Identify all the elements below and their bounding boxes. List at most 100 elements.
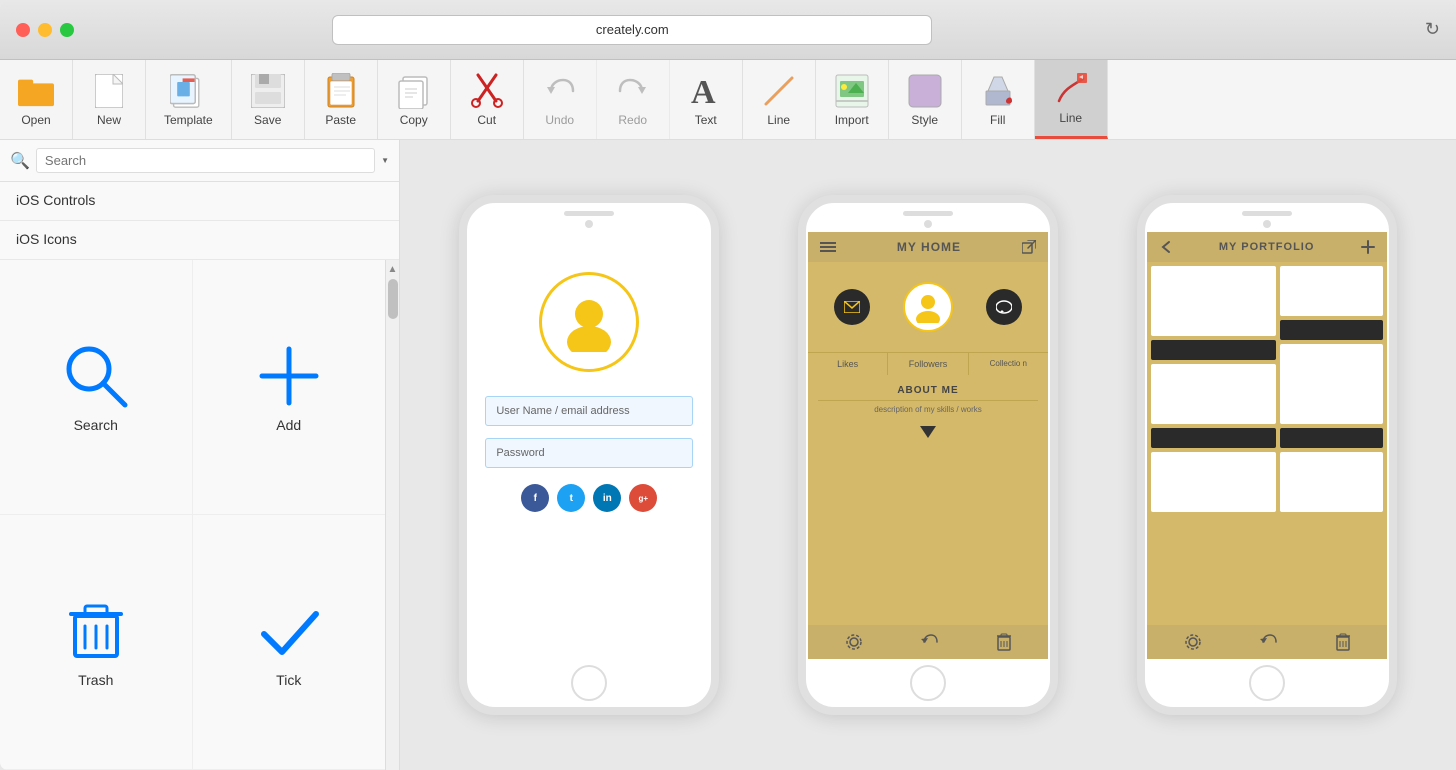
add-label: Add <box>276 417 301 433</box>
line2-label: Line <box>1059 111 1082 125</box>
settings-portfolio-icon <box>1184 633 1202 651</box>
template-button[interactable]: Template <box>146 60 232 139</box>
tick-icon-item[interactable]: Tick <box>193 515 386 770</box>
fill-label: Fill <box>990 113 1005 127</box>
style-button[interactable]: Style <box>889 60 962 139</box>
portfolio-item-r5 <box>1280 452 1383 512</box>
scrollbar[interactable]: ▲ <box>385 260 399 770</box>
line2-button[interactable]: Line <box>1035 60 1108 139</box>
paste-icon <box>323 73 359 109</box>
scroll-up-arrow[interactable]: ▲ <box>388 264 398 275</box>
search-label: Search <box>74 417 118 433</box>
search-icon-item[interactable]: Search <box>0 260 193 515</box>
collection-tab[interactable]: Collectio n <box>969 353 1048 375</box>
fill-button[interactable]: Fill <box>962 60 1035 139</box>
twitter-btn[interactable]: t <box>557 484 585 512</box>
cut-icon <box>469 73 505 109</box>
paste-label: Paste <box>325 113 356 127</box>
search-input[interactable] <box>36 148 375 173</box>
url-text: creately.com <box>596 22 669 37</box>
open-button[interactable]: Open <box>0 60 73 139</box>
portfolio-title: MY PORTFOLIO <box>1219 241 1315 253</box>
about-title: ABOUT ME <box>818 385 1038 401</box>
phone-speaker-1 <box>564 211 614 216</box>
phone-screen-2: MY HOME <box>808 232 1048 659</box>
refresh-icon <box>921 633 939 651</box>
canvas[interactable]: User Name / email address Password f t i… <box>400 140 1456 770</box>
phone-3: MY PORTFOLIO <box>1137 195 1397 715</box>
about-desc: description of my skills / works <box>818 405 1038 414</box>
paste-button[interactable]: Paste <box>305 60 378 139</box>
portfolio-col-left <box>1151 266 1276 621</box>
portfolio-item-1 <box>1151 266 1276 336</box>
search-bar: 🔍 ▼ <box>0 140 399 182</box>
redo-button[interactable]: Redo <box>597 60 670 139</box>
portfolio-col-right <box>1280 266 1383 621</box>
phone-screen-3: MY PORTFOLIO <box>1147 232 1387 659</box>
maximize-button[interactable] <box>60 23 74 37</box>
username-field[interactable]: User Name / email address <box>485 396 693 426</box>
portfolio-item-r2 <box>1280 320 1383 340</box>
collapse-icon[interactable]: ▼ <box>381 156 389 165</box>
sidebar-section-ios-controls[interactable]: iOS Controls <box>0 182 399 221</box>
googleplus-btn[interactable]: g+ <box>629 484 657 512</box>
copy-icon <box>396 73 432 109</box>
external-link-icon <box>1022 240 1036 254</box>
undo-button[interactable]: Undo <box>524 60 597 139</box>
linkedin-btn[interactable]: in <box>593 484 621 512</box>
folder-icon <box>18 73 54 109</box>
text-button[interactable]: A Text <box>670 60 743 139</box>
phone-cam-1 <box>585 220 593 228</box>
portfolio-item-r1 <box>1280 266 1383 316</box>
line-button[interactable]: Line <box>743 60 816 139</box>
cut-label: Cut <box>477 113 496 127</box>
style-label: Style <box>911 113 938 127</box>
import-icon <box>834 73 870 109</box>
refresh-button[interactable]: ↻ <box>1425 19 1440 40</box>
copy-label: Copy <box>400 113 428 127</box>
save-button[interactable]: Save <box>232 60 305 139</box>
about-section: ABOUT ME description of my skills / work… <box>808 375 1048 625</box>
tick-icon-svg <box>254 596 324 666</box>
followers-tab[interactable]: Followers <box>888 353 968 375</box>
sidebar-section-ios-icons[interactable]: iOS Icons <box>0 221 399 260</box>
home-title: MY HOME <box>897 240 961 254</box>
main-content: 🔍 ▼ iOS Controls iOS Icons <box>0 140 1456 770</box>
copy-button[interactable]: Copy <box>378 60 451 139</box>
add-portfolio-icon <box>1361 240 1375 254</box>
phone-2: MY HOME <box>798 195 1058 715</box>
home-header: MY HOME <box>808 232 1048 262</box>
template-label: Template <box>164 113 213 127</box>
trash-icon-item[interactable]: Trash <box>0 515 193 770</box>
new-button[interactable]: New <box>73 60 146 139</box>
social-icons: f t in g+ <box>521 484 657 512</box>
add-icon-svg <box>254 341 324 411</box>
scroll-thumb[interactable] <box>388 279 398 319</box>
phone-cam-2 <box>924 220 932 228</box>
trash-icon-svg <box>61 596 131 666</box>
minimize-button[interactable] <box>38 23 52 37</box>
likes-tab[interactable]: Likes <box>808 353 888 375</box>
portfolio-item-4 <box>1151 428 1276 448</box>
facebook-btn[interactable]: f <box>521 484 549 512</box>
close-button[interactable] <box>16 23 30 37</box>
portfolio-item-3 <box>1151 364 1276 424</box>
new-icon <box>91 73 127 109</box>
profile-avatar <box>903 282 953 332</box>
style-icon <box>907 73 943 109</box>
tick-label: Tick <box>276 672 301 688</box>
undo-icon <box>542 73 578 109</box>
down-arrow <box>818 422 1038 447</box>
redo-label: Redo <box>618 113 647 127</box>
url-bar[interactable]: creately.com <box>332 15 932 45</box>
home-body: Likes Followers Collectio n ABOUT ME des… <box>808 262 1048 625</box>
sidebar: 🔍 ▼ iOS Controls iOS Icons <box>0 140 400 770</box>
password-field[interactable]: Password <box>485 438 693 468</box>
add-icon-item[interactable]: Add <box>193 260 386 515</box>
phone-home-2 <box>910 665 946 701</box>
import-button[interactable]: Import <box>816 60 889 139</box>
portfolio-screen: MY PORTFOLIO <box>1147 232 1387 659</box>
cut-button[interactable]: Cut <box>451 60 524 139</box>
app-window: creately.com ↻ Open <box>0 0 1456 770</box>
menu-icon <box>820 241 836 253</box>
